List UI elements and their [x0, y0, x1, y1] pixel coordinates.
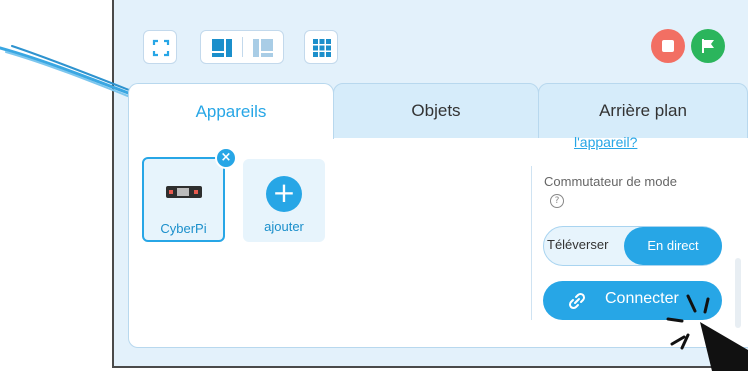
connect-label: Connecter [605, 290, 679, 307]
grid-icon [313, 39, 331, 57]
toggle-live-option[interactable]: En direct [624, 227, 722, 265]
green-flag-button[interactable] [691, 29, 725, 63]
cyberpi-device-icon [166, 186, 202, 198]
fullscreen-button[interactable] [143, 30, 177, 64]
device-help-link[interactable]: l'appareil? [574, 134, 637, 150]
mode-toggle[interactable]: Téléverser En direct [543, 226, 722, 266]
layout-right-icon[interactable] [253, 39, 273, 57]
close-icon: × [220, 150, 232, 165]
mode-switch-label: Commutateur de mode [544, 174, 677, 189]
fullscreen-icon [152, 39, 170, 57]
device-card-cyberpi[interactable]: CyberPi [142, 157, 225, 242]
device-label: CyberPi [160, 221, 207, 236]
tab-bar: Appareils Objets Arrière plan [128, 83, 748, 139]
panel-divider [531, 166, 532, 320]
plus-icon: + [266, 176, 302, 212]
help-icon[interactable]: ? [550, 194, 564, 208]
flag-icon [702, 39, 714, 53]
add-device-button[interactable]: + ajouter [243, 159, 325, 242]
grid-view-button[interactable] [304, 30, 338, 64]
toggle-upload-option[interactable]: Téléverser [547, 237, 608, 252]
add-device-label: ajouter [264, 219, 304, 234]
stop-icon [662, 40, 674, 52]
tab-objets[interactable]: Objets [333, 83, 539, 139]
link-icon [568, 292, 586, 310]
layout-separator [242, 37, 243, 57]
layout-left-icon[interactable] [212, 39, 232, 57]
remove-device-button[interactable]: × [215, 147, 237, 169]
layout-toggle-group [200, 30, 284, 64]
connect-button[interactable]: Connecter [543, 281, 722, 320]
tab-objets-label: Objets [411, 101, 461, 120]
screenshot-stage: Appareils Objets Arrière plan CyberPi × … [0, 0, 748, 371]
tab-appareils[interactable]: Appareils [128, 83, 334, 139]
tab-arriere-plan-label: Arrière plan [599, 101, 687, 120]
tab-arriere-plan[interactable]: Arrière plan [538, 83, 748, 139]
tab-appareils-label: Appareils [195, 101, 267, 121]
stop-button[interactable] [651, 29, 685, 63]
scrollbar[interactable] [735, 258, 741, 328]
